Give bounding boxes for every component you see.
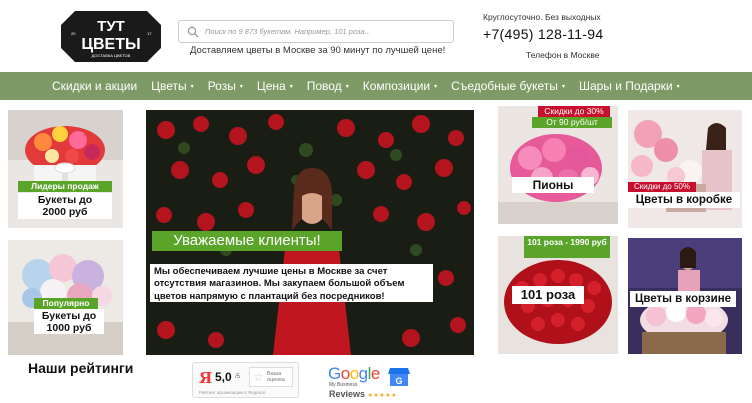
tile-label-peonies: Пионы [512, 177, 594, 193]
nav-item-7[interactable]: Шары и Подарки ▾ [579, 79, 680, 93]
label-line-1: Букеты до [37, 194, 93, 206]
banner-text: Мы обеспечиваем лучшие цены в Москве за … [150, 264, 433, 302]
label-line-1: Букеты до [41, 310, 97, 322]
google-letter: e [370, 364, 380, 383]
tile-101-roses[interactable]: 101 роза - 1990 руб 101 роза [498, 236, 618, 354]
delivery-tagline: Доставляем цветы в Москве за 90 минут по… [190, 45, 446, 56]
yandex-footer: Рейтинг организации в Яндексе [199, 390, 266, 395]
google-letter: G [328, 364, 341, 383]
reviews-text: Reviews [329, 389, 366, 399]
tile-bouquets-1000[interactable]: Популярно Букеты до 1000 руб [8, 240, 123, 355]
google-reviews-label: Reviews ★★★★★ [329, 389, 397, 399]
yandex-logo: Я [199, 369, 213, 387]
google-reviews-widget[interactable]: Google My Business Reviews ★★★★★ G [326, 362, 416, 400]
badge-popular: Популярно [34, 298, 98, 309]
nav-item-label: Повод [306, 79, 342, 93]
nav-item-1[interactable]: Цветы ▾ [151, 79, 194, 93]
tile-flowers-box[interactable]: Скидки до 50% Цветы в коробке [628, 110, 742, 228]
label-line-2: 1000 руб [46, 321, 92, 334]
nav-item-5[interactable]: Композиции ▾ [363, 79, 437, 93]
google-sub: My Business [329, 382, 358, 388]
yandex-score-max: /5 [235, 374, 241, 380]
reviews-stars: ★★★★★ [367, 393, 397, 399]
search-icon [187, 26, 199, 37]
yandex-score: 5,0 [215, 370, 232, 384]
nav-item-0[interactable]: Скидки и акции [52, 79, 137, 93]
chevron-down-icon: ▾ [434, 83, 438, 90]
nav-item-label: Шары и Подарки [578, 79, 673, 93]
search-input[interactable] [205, 27, 445, 36]
phone-number[interactable]: +7(495) 128-11-94 [483, 26, 603, 42]
tile-label-flowers-basket: Цветы в корзине [630, 291, 736, 307]
tile-bouquets-2000[interactable]: Лидеры продаж Букеты до 2000 руб [8, 110, 123, 228]
google-letter: g [358, 364, 368, 383]
flowers-box-image [628, 110, 742, 228]
label-line-2: 2000 руб [42, 205, 88, 218]
chevron-down-icon: ▾ [561, 83, 565, 90]
google-letter: o [340, 364, 350, 383]
nav-item-3[interactable]: Цена ▾ [257, 79, 293, 93]
tile-flowers-basket[interactable]: Цветы в корзине [628, 238, 742, 354]
banner-title: Уважаемые клиенты! [152, 231, 342, 251]
search-box[interactable] [178, 20, 454, 43]
yandex-rating-widget[interactable]: Я 5,0 /5 ☆ Ваша оценка Рейтинг организац… [192, 362, 299, 398]
nav-item-6[interactable]: Съедобные букеты ▾ [451, 79, 565, 93]
logo-top-text: ТУТ [97, 18, 125, 35]
banner-customers[interactable]: Уважаемые клиенты! Мы обеспечиваем лучши… [146, 110, 474, 355]
main-nav: Скидки и акции Цветы ▾ Розы ▾ Цена ▾ Повод ▾ Комп… [0, 72, 752, 100]
google-business-icon: G [388, 368, 410, 386]
nav-item-label: Цветы [151, 79, 187, 93]
badge-101-roses-price: 101 роза - 1990 руб [524, 236, 610, 258]
logo-year-left: 20 [71, 31, 76, 36]
logo-sub-text: ДОСТАВКА ЦВЕТОВ [92, 53, 131, 58]
working-hours: Круглосуточно. Без выходных [483, 12, 601, 22]
nav-item-label: Съедобные букеты [451, 79, 558, 93]
yandex-vote-button[interactable]: ☆ Ваша оценка [249, 367, 293, 387]
nav-item-label: Розы [207, 79, 236, 93]
ratings-title: Наши рейтинги [28, 360, 134, 376]
nav-item-label: Скидки и акции [52, 79, 138, 93]
nav-item-4[interactable]: Повод ▾ [307, 79, 349, 93]
badge-bestsellers: Лидеры продаж [18, 181, 112, 192]
badge-discount-50: Скидки до 50% [628, 182, 696, 192]
nav-item-label: Композиции [362, 79, 431, 93]
star-icon: ☆ [253, 370, 264, 384]
chevron-down-icon: ▾ [239, 83, 243, 90]
nav-item-label: Цена [256, 79, 286, 93]
tile-label-flowers-box: Цветы в коробке [628, 192, 740, 208]
chevron-down-icon: ▾ [190, 83, 194, 90]
logo-year-right: 17 [147, 31, 152, 36]
chevron-down-icon: ▾ [676, 83, 680, 90]
chevron-down-icon: ▾ [345, 83, 349, 90]
phone-caption: Телефон в Москве [526, 50, 600, 60]
badge-from-price: От 90 руб/шт [532, 117, 612, 128]
nav-item-2[interactable]: Розы ▾ [208, 79, 243, 93]
yandex-vote-label: Ваша оценка [267, 371, 285, 384]
tile-label-bouquets-1000: Букеты до 1000 руб [34, 309, 104, 334]
tile-label-101-roses: 101 роза [512, 286, 584, 304]
tile-label-bouquets-2000: Букеты до 2000 руб [18, 193, 112, 219]
chevron-down-icon: ▾ [289, 83, 293, 90]
tile-peonies[interactable]: Скидки до 30% От 90 руб/шт Пионы [498, 106, 618, 224]
svg-text:G: G [395, 376, 402, 386]
google-letter: o [349, 364, 359, 383]
logo-badge: ТУТ ЦВЕТЫ 20 17 ДОСТАВКА ЦВЕТОВ [61, 11, 161, 62]
page: ТУТ ЦВЕТЫ 20 17 ДОСТАВКА ЦВЕТОВ Доставля… [0, 0, 752, 403]
logo-main-text: ЦВЕТЫ [81, 36, 140, 53]
site-logo[interactable]: ТУТ ЦВЕТЫ 20 17 ДОСТАВКА ЦВЕТОВ [61, 11, 161, 62]
google-logo: Google [328, 364, 380, 384]
badge-discount-30: Скидки до 30% [538, 106, 610, 117]
